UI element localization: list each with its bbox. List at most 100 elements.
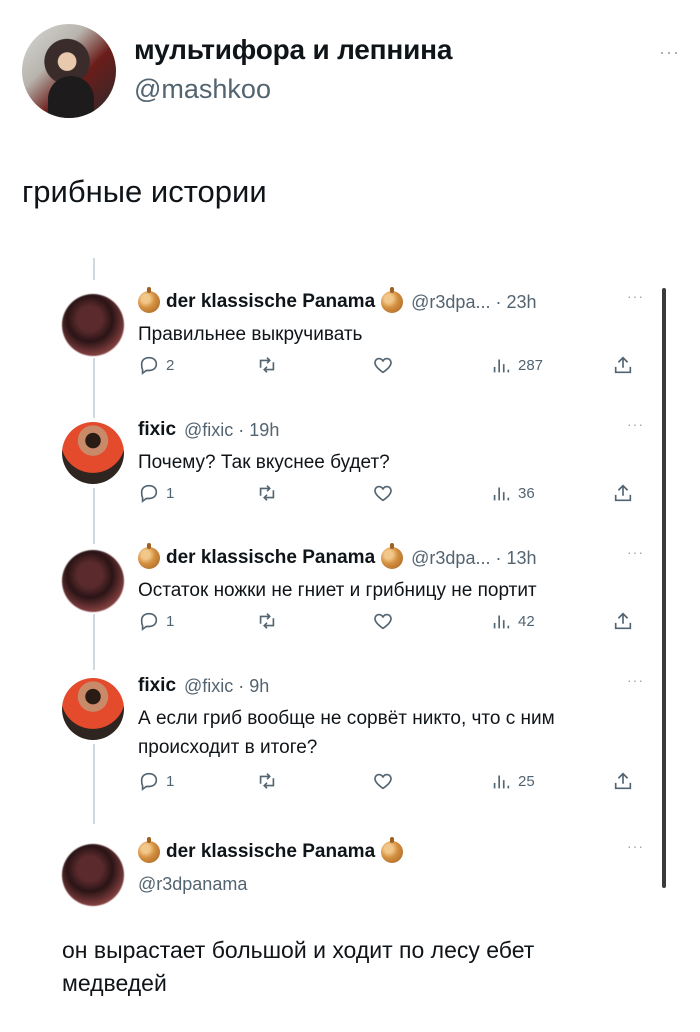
reply-handle: @r3dpanama [138,874,248,894]
views-icon [493,615,510,629]
views-button[interactable]: 42 [490,610,535,632]
views-icon [493,775,510,789]
repost-button[interactable] [256,770,278,792]
views-button[interactable]: 287 [490,354,543,376]
author-name[interactable]: мультифора и лепнина [134,34,452,66]
reply-more-icon[interactable]: ··· [627,838,644,854]
reply-more-icon[interactable]: ··· [627,288,644,304]
reply-actions: 1 36 [138,482,638,512]
reply-icon [140,484,158,503]
repost-icon [259,613,275,629]
reply-item[interactable]: der klassische Panama ··· @r3dpanama [60,837,660,908]
reply-header: der klassische Panama @r3dpa... · 23h [138,287,537,316]
reply-text: А если гриб вообще не сорвёт никто, что … [138,708,555,758]
reply-actions: 1 42 [138,610,638,640]
thread-line [93,258,95,280]
reply-item[interactable]: fixic @fixic · 9h ··· А если гриб вообще… [60,672,660,812]
onion-emoji-icon [381,287,404,313]
reply-button[interactable]: 2 [138,354,174,376]
reply-meta: @fixic · 19h [184,419,280,440]
reply-more-icon[interactable]: ··· [627,416,644,432]
views-count: 25 [518,772,535,790]
author-avatar[interactable] [22,24,116,118]
reply-avatar[interactable] [62,550,124,612]
like-icon [374,613,392,630]
like-button[interactable] [372,770,394,792]
share-icon [614,356,632,374]
reply-meta: @r3dpa... · 13h [411,547,537,568]
repost-icon [259,485,275,501]
post-text: грибные истории [22,174,267,209]
reply-button[interactable]: 1 [138,770,174,792]
views-count: 42 [518,612,535,630]
reply-more-icon[interactable]: ··· [627,672,644,688]
reply-author-name[interactable]: der klassische Panama [166,841,375,863]
more-options-icon[interactable]: ··· [659,42,680,63]
onion-emoji-icon [138,287,160,313]
reply-meta: @r3dpa... · 23h [411,291,537,312]
reply-author-name[interactable]: fixic [138,675,176,697]
share-icon [614,484,632,502]
views-button[interactable]: 36 [490,482,535,504]
caption-text: он вырастает большой и ходит по лесу ебе… [62,937,535,996]
repost-button[interactable] [256,354,278,376]
reply-avatar[interactable] [62,422,124,484]
reply-actions: 2 287 [138,354,638,384]
reply-actions: 1 25 [138,770,638,800]
like-icon [374,357,392,374]
like-button[interactable] [372,610,394,632]
thread-screenshot: der klassische Panama @r3dpa... · 23h ··… [60,258,670,918]
reply-text: Остаток ножки не гниет и грибницу не пор… [138,580,537,601]
reply-author-name[interactable]: fixic [138,419,176,441]
reply-meta: @fixic · 9h [184,675,270,696]
reply-count: 2 [166,356,175,374]
author-handle[interactable]: @mashkoo [134,74,271,105]
reply-button[interactable]: 1 [138,610,174,632]
reply-avatar[interactable] [62,678,124,740]
reply-button[interactable]: 1 [138,482,174,504]
share-icon [614,612,632,630]
reply-header: der klassische Panama @r3dpa... · 13h [138,543,537,572]
views-count: 36 [518,484,535,502]
share-button[interactable] [612,610,634,632]
like-button[interactable] [372,482,394,504]
reply-more-icon[interactable]: ··· [627,544,644,560]
onion-emoji-icon [138,543,160,569]
reply-icon [140,356,158,375]
reply-header: der klassische Panama [138,837,404,866]
like-icon [374,773,392,790]
share-icon [614,772,632,790]
reply-item[interactable]: der klassische Panama @r3dpa... · 23h ··… [60,287,660,398]
views-count: 287 [518,356,544,374]
reply-author-name[interactable]: der klassische Panama [166,547,375,569]
repost-icon [259,773,275,789]
like-button[interactable] [372,354,394,376]
reply-count: 1 [166,772,175,790]
reply-text: Правильнее выкручивать [138,324,363,345]
onion-emoji-icon [381,543,404,569]
scrollbar[interactable] [662,288,666,888]
repost-icon [259,357,275,373]
reply-item[interactable]: der klassische Panama @r3dpa... · 13h ··… [60,543,660,654]
share-button[interactable] [612,770,634,792]
onion-emoji-icon [138,837,160,863]
reply-icon [140,612,158,631]
reply-text: Почему? Так вкуснее будет? [138,452,390,473]
share-button[interactable] [612,482,634,504]
reply-avatar[interactable] [62,294,124,356]
repost-button[interactable] [256,482,278,504]
share-button[interactable] [612,354,634,376]
post-header: мультифора и лепнина @mashkoo ··· [22,22,682,122]
repost-button[interactable] [256,610,278,632]
views-icon [493,359,510,373]
reply-avatar[interactable] [62,844,124,906]
views-button[interactable]: 25 [490,770,535,792]
like-icon [374,485,392,502]
reply-author-name[interactable]: der klassische Panama [166,291,375,313]
reply-header: fixic @fixic · 19h [138,416,279,444]
reply-item[interactable]: fixic @fixic · 19h ··· Почему? Так вкусн… [60,416,660,526]
reply-count: 1 [166,484,175,502]
reply-icon [140,772,158,791]
onion-emoji-icon [381,837,404,863]
reply-header: fixic @fixic · 9h [138,672,269,700]
